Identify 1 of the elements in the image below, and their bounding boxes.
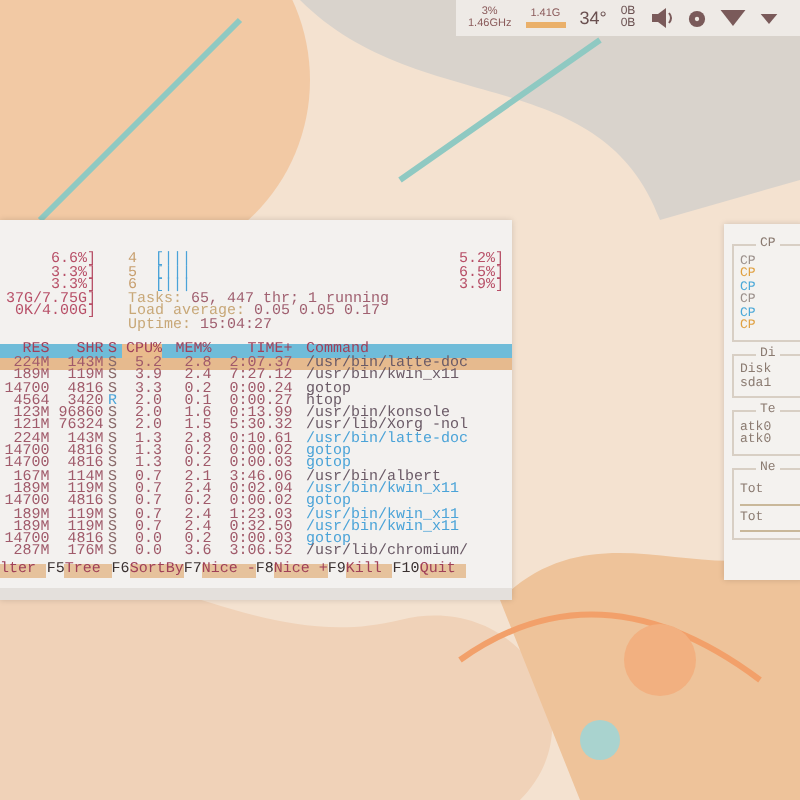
temperature: 34° — [579, 8, 607, 28]
